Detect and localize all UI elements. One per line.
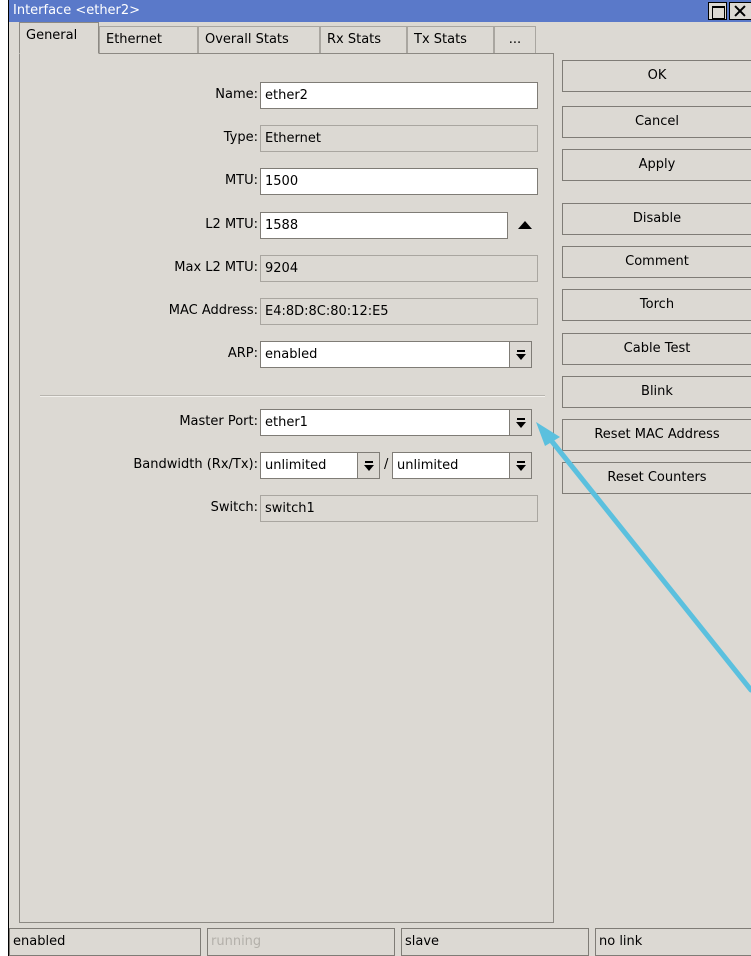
bandwidth-rx-select[interactable]: unlimited bbox=[260, 452, 358, 479]
bandwidth-tx-dropdown-icon[interactable] bbox=[509, 452, 532, 479]
mac-address-label: MAC Address: bbox=[168, 303, 258, 318]
mtu-label: MTU: bbox=[224, 173, 258, 188]
general-panel: Name: ether2 Type: Ethernet MTU: 1500 L2… bbox=[19, 53, 554, 923]
arp-select[interactable]: enabled bbox=[260, 341, 510, 368]
bandwidth-separator: / bbox=[384, 457, 389, 472]
blink-button[interactable]: Blink bbox=[562, 376, 751, 408]
reset-counters-button[interactable]: Reset Counters bbox=[562, 462, 751, 494]
disable-button[interactable]: Disable bbox=[562, 203, 751, 235]
l2mtu-label: L2 MTU: bbox=[205, 217, 258, 232]
type-label: Type: bbox=[223, 130, 258, 145]
interface-window: Interface <ether2> General Ethernet Over… bbox=[8, 0, 751, 956]
mac-address-field: E4:8D:8C:80:12:E5 bbox=[260, 298, 538, 325]
cable-test-button[interactable]: Cable Test bbox=[562, 333, 751, 365]
bandwidth-tx-select[interactable]: unlimited bbox=[392, 452, 510, 479]
name-input[interactable]: ether2 bbox=[260, 82, 538, 109]
max-l2mtu-label: Max L2 MTU: bbox=[174, 260, 258, 275]
status-running: running bbox=[207, 928, 395, 956]
apply-button[interactable]: Apply bbox=[562, 149, 751, 181]
window-titlebar[interactable]: Interface <ether2> bbox=[9, 0, 751, 22]
l2mtu-input[interactable]: 1588 bbox=[260, 212, 508, 239]
reset-mac-address-button[interactable]: Reset MAC Address bbox=[562, 419, 751, 451]
master-port-label: Master Port: bbox=[179, 414, 258, 429]
bandwidth-rx-dropdown-icon[interactable] bbox=[357, 452, 380, 479]
comment-button[interactable]: Comment bbox=[562, 246, 751, 278]
tab-overall-stats[interactable]: Overall Stats bbox=[198, 26, 320, 54]
tab-ethernet[interactable]: Ethernet bbox=[99, 26, 198, 54]
window-title: Interface <ether2> bbox=[13, 3, 141, 18]
name-label: Name: bbox=[215, 87, 258, 102]
master-port-select[interactable]: ether1 bbox=[260, 409, 510, 436]
ok-button[interactable]: OK bbox=[562, 60, 751, 92]
close-icon[interactable] bbox=[729, 2, 751, 20]
mtu-input[interactable]: 1500 bbox=[260, 168, 538, 195]
cancel-button[interactable]: Cancel bbox=[562, 106, 751, 138]
section-divider bbox=[40, 395, 545, 397]
status-bar: enabled running slave no link bbox=[9, 928, 751, 956]
status-slave: slave bbox=[401, 928, 589, 956]
tab-more[interactable]: ... bbox=[494, 26, 536, 54]
max-l2mtu-field: 9204 bbox=[260, 255, 538, 282]
switch-field: switch1 bbox=[260, 495, 538, 522]
switch-label: Switch: bbox=[210, 500, 258, 515]
status-enabled: enabled bbox=[9, 928, 201, 956]
torch-button[interactable]: Torch bbox=[562, 289, 751, 321]
tab-general[interactable]: General bbox=[19, 22, 99, 54]
status-link: no link bbox=[595, 928, 751, 956]
bandwidth-label: Bandwidth (Rx/Tx): bbox=[133, 457, 258, 472]
tab-rx-stats[interactable]: Rx Stats bbox=[320, 26, 407, 54]
type-field: Ethernet bbox=[260, 125, 538, 152]
arp-dropdown-icon[interactable] bbox=[509, 341, 532, 368]
tab-tx-stats[interactable]: Tx Stats bbox=[407, 26, 494, 54]
collapse-up-icon[interactable] bbox=[518, 221, 532, 231]
maximize-icon[interactable] bbox=[708, 2, 727, 20]
master-port-dropdown-icon[interactable] bbox=[509, 409, 532, 436]
arp-label: ARP: bbox=[227, 346, 258, 361]
